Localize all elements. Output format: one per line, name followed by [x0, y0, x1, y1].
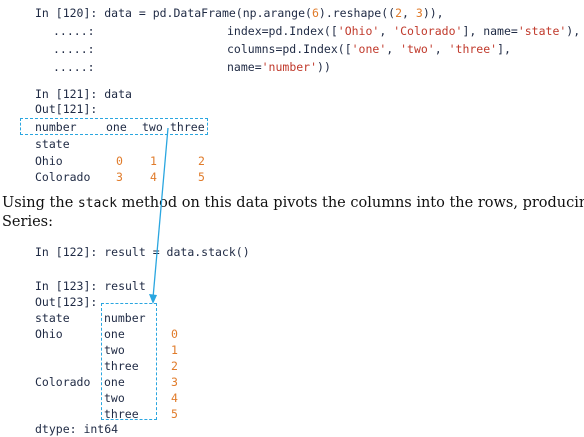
pivot-arrow-line — [152, 127, 169, 299]
pivot-arrow — [149, 127, 169, 304]
pivot-arrow-head — [149, 294, 157, 304]
